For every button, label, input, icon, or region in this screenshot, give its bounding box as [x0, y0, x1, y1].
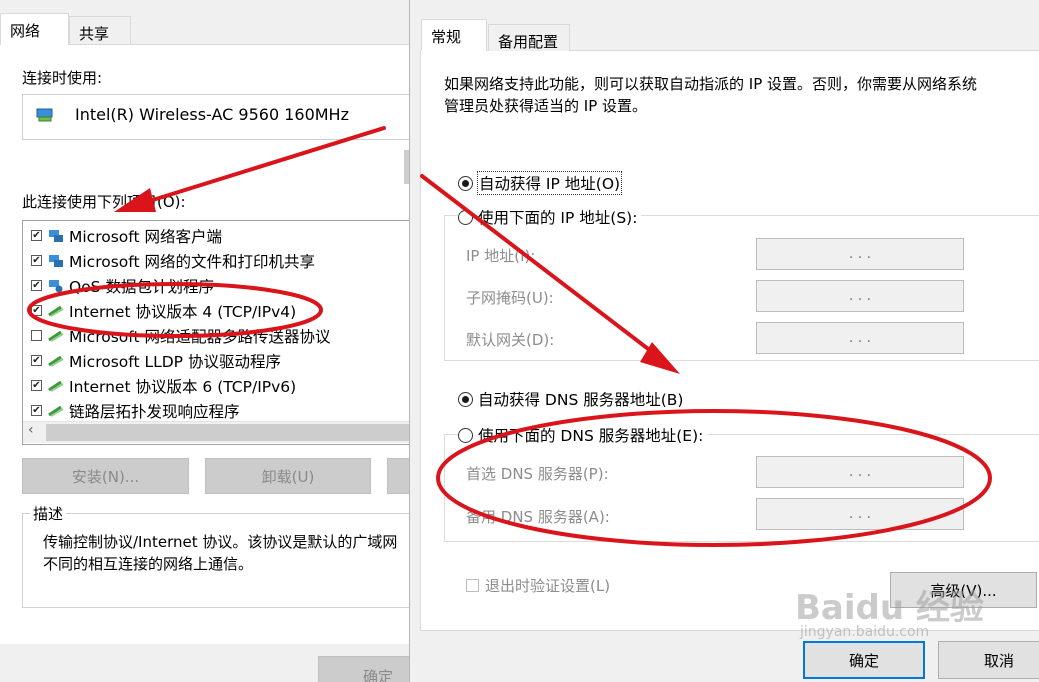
list-item[interactable]: ✔ Microsoft 网络的文件和打印机共享	[31, 248, 315, 273]
auto-ip-radio-label: 自动获得 IP 地址(O)	[476, 171, 623, 195]
checkbox[interactable]: ✔	[31, 305, 42, 316]
description-text: 传输控制协议/Internet 协议。该协议是默认的广域网 不同的相互连接的网络…	[43, 531, 397, 575]
list-item-label: Microsoft LLDP 协议驱动程序	[69, 352, 281, 371]
list-item[interactable]: ✔ QoS 数据包计划程序	[31, 273, 214, 298]
info-line: 管理员处获得适当的 IP 设置。	[444, 97, 648, 115]
tab-sharing[interactable]: 共享	[69, 16, 131, 44]
info-line: 如果网络支持此功能，则可以获取自动指派的 IP 设置。否则，你需要从网络系统	[444, 75, 978, 93]
file-sharing-icon	[48, 254, 64, 268]
validate-on-exit-checkbox[interactable]: 退出时验证设置(L)	[466, 575, 610, 596]
checkbox-box[interactable]	[466, 579, 479, 592]
description-line: 不同的相互连接的网络上通信。	[43, 555, 254, 573]
properties-button[interactable]	[387, 458, 409, 494]
manual-ip-radio-label: 使用下面的 IP 地址(S):	[478, 209, 638, 227]
adapter-properties-dialog: 网络 共享 连接时使用: Intel(R) Wireless-AC 9560 1…	[0, 0, 410, 682]
components-label: 此连接使用下列项目(O):	[22, 193, 186, 211]
list-item[interactable]: ✔ 链路层拓扑发现响应程序	[31, 398, 240, 423]
validate-on-exit-label: 退出时验证设置(L)	[485, 577, 611, 595]
tab-alternate-config[interactable]: 备用配置	[488, 24, 570, 51]
checkbox[interactable]	[31, 330, 42, 341]
watermark-url: jingyan.baidu.com	[800, 624, 930, 640]
tab-alternate-config-label: 备用配置	[498, 33, 559, 51]
adapter-name: Intel(R) Wireless-AC 9560 160MHz	[75, 105, 349, 124]
tab-general[interactable]: 常规	[421, 19, 487, 51]
radio-button[interactable]	[458, 391, 473, 407]
subnet-mask-field[interactable]: . . .	[756, 280, 964, 312]
list-item-label: Microsoft 网络客户端	[69, 227, 222, 246]
tab-network[interactable]: 网络	[0, 13, 69, 45]
scroll-left-icon[interactable]: ‹	[28, 422, 34, 438]
manual-dns-radio[interactable]: 使用下面的 DNS 服务器地址(E):	[458, 424, 708, 446]
horizontal-scrollbar-thumb[interactable]	[46, 424, 409, 441]
checkbox[interactable]: ✔	[31, 280, 42, 291]
list-item-label: Microsoft 网络的文件和打印机共享	[69, 252, 315, 271]
left-ok-button[interactable]: 确定	[318, 656, 409, 682]
list-item[interactable]: ✔ Microsoft LLDP 协议驱动程序	[31, 348, 281, 373]
network-client-icon	[48, 229, 64, 243]
list-item[interactable]: ✔ Internet 协议版本 6 (TCP/IPv6)	[31, 373, 296, 398]
preferred-dns-label: 首选 DNS 服务器(P):	[466, 465, 609, 483]
alternate-dns-field[interactable]: . . .	[756, 498, 964, 530]
list-item-label: QoS 数据包计划程序	[69, 277, 214, 296]
manual-ip-radio[interactable]: 使用下面的 IP 地址(S):	[458, 206, 642, 228]
auto-ip-radio[interactable]: 自动获得 IP 地址(O)	[458, 171, 623, 195]
protocol-icon	[48, 379, 64, 393]
list-item[interactable]: ✔ Microsoft 网络客户端	[31, 223, 222, 248]
cancel-button[interactable]: 取消	[938, 641, 1039, 679]
list-item-label: 链路层拓扑发现响应程序	[69, 402, 240, 421]
checkbox[interactable]: ✔	[31, 255, 42, 266]
tab-network-label: 网络	[10, 22, 41, 40]
list-item[interactable]: ✔ Internet 协议版本 4 (TCP/IPv4)	[31, 298, 296, 323]
ip-address-field[interactable]: . . .	[756, 238, 964, 270]
protocol-icon	[48, 329, 64, 343]
info-text: 如果网络支持此功能，则可以获取自动指派的 IP 设置。否则，你需要从网络系统 管…	[444, 73, 977, 117]
radio-button[interactable]	[458, 209, 473, 225]
checkbox[interactable]: ✔	[31, 355, 42, 366]
checkbox[interactable]: ✔	[31, 230, 42, 241]
radio-button[interactable]	[458, 427, 473, 443]
ok-button[interactable]: 确定	[803, 641, 925, 679]
checkbox[interactable]: ✔	[31, 380, 42, 391]
tab-sharing-label: 共享	[79, 25, 110, 43]
description-line: 传输控制协议/Internet 协议。该协议是默认的广域网	[43, 533, 398, 551]
radio-button[interactable]	[458, 175, 473, 191]
connect-using-label: 连接时使用:	[22, 69, 103, 87]
alternate-dns-label: 备用 DNS 服务器(A):	[466, 508, 610, 526]
install-button[interactable]: 安装(N)...	[22, 458, 189, 494]
auto-dns-radio[interactable]: 自动获得 DNS 服务器地址(B)	[458, 388, 683, 410]
tab-general-label: 常规	[431, 28, 462, 46]
default-gateway-field[interactable]: . . .	[756, 322, 964, 354]
default-gateway-label: 默认网关(D):	[466, 331, 555, 349]
left-tabstrip: 网络 共享	[0, 13, 409, 45]
protocol-icon	[48, 354, 64, 368]
components-list: ✔ Microsoft 网络客户端 ✔ Microsoft 网络的文件和打印机共…	[22, 220, 409, 445]
uninstall-button[interactable]: 卸载(U)	[205, 458, 371, 494]
baidu-watermark-logo: Baidu 经验	[795, 588, 984, 628]
description-title: 描述	[30, 503, 67, 524]
ip-address-label: IP 地址(I):	[466, 247, 536, 265]
preferred-dns-field[interactable]: . . .	[756, 456, 964, 488]
list-item-label: Microsoft 网络适配器多路传送器协议	[69, 327, 331, 346]
qos-icon	[48, 279, 64, 293]
auto-dns-radio-label: 自动获得 DNS 服务器地址(B)	[478, 391, 684, 409]
manual-dns-radio-label: 使用下面的 DNS 服务器地址(E):	[478, 427, 704, 445]
protocol-icon	[48, 404, 64, 418]
protocol-icon	[48, 304, 64, 318]
list-item-label: Internet 协议版本 6 (TCP/IPv6)	[69, 377, 297, 396]
list-item-label: Internet 协议版本 4 (TCP/IPv4)	[69, 302, 297, 321]
checkbox[interactable]: ✔	[31, 405, 42, 416]
subnet-mask-label: 子网掩码(U):	[466, 289, 554, 307]
adapter-box: Intel(R) Wireless-AC 9560 160MHz	[22, 94, 409, 140]
network-adapter-icon	[35, 107, 55, 129]
list-item[interactable]: Microsoft 网络适配器多路传送器协议	[31, 323, 330, 348]
